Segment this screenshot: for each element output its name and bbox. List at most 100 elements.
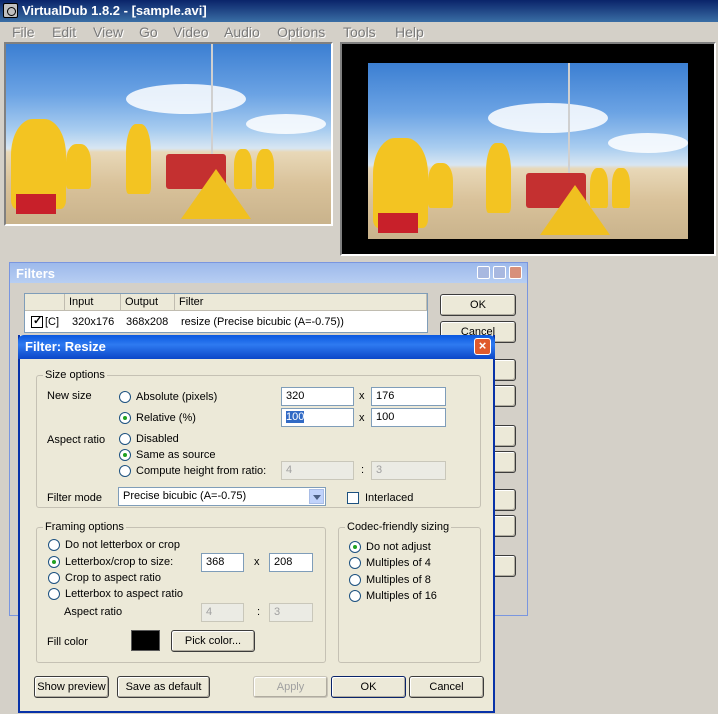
column-header-input[interactable]: Input <box>65 294 121 311</box>
letterbox-aspect-radio[interactable] <box>48 588 60 600</box>
relative-width-value: 100 <box>286 411 305 423</box>
codec-multiples-4-label[interactable]: Multiples of 4 <box>366 557 431 569</box>
codec-multiples-16-radio[interactable] <box>349 590 361 602</box>
row-output: 368x208 <box>126 316 169 328</box>
filters-list[interactable]: Input Output Filter ✓ [C] 320x176 368x20… <box>24 293 428 333</box>
menu-tools[interactable]: Tools <box>343 24 376 40</box>
aspect-disabled-label[interactable]: Disabled <box>136 433 179 445</box>
fill-color-swatch <box>131 630 160 651</box>
absolute-width-field[interactable]: 320 <box>281 387 354 406</box>
ok-button[interactable]: OK <box>331 676 406 698</box>
ratio-b-field[interactable]: 3 <box>371 461 446 480</box>
letterbox-width-field[interactable]: 368 <box>201 553 244 572</box>
main-window-titlebar: VirtualDub 1.8.2 - [sample.avi] <box>0 0 718 22</box>
absolute-x-sep: x <box>359 390 365 402</box>
no-letterbox-radio[interactable] <box>48 539 60 551</box>
apply-button[interactable]: Apply <box>253 676 328 698</box>
filter-mode-label: Filter mode <box>47 492 103 504</box>
letterbox-crop-radio[interactable] <box>48 556 60 568</box>
framing-options-label: Framing options <box>43 521 126 533</box>
letterbox-height-field[interactable]: 208 <box>269 553 313 572</box>
codec-multiples-8-label[interactable]: Multiples of 8 <box>366 574 431 586</box>
menu-video[interactable]: Video <box>173 24 209 40</box>
relative-label[interactable]: Relative (%) <box>136 412 196 424</box>
relative-radio[interactable] <box>119 412 131 424</box>
input-video-frame <box>6 44 331 224</box>
framing-aspect-a-field[interactable]: 4 <box>201 603 244 622</box>
menu-file[interactable]: File <box>12 24 35 40</box>
row-filter: resize (Precise bicubic (A=-0.75)) <box>181 316 344 328</box>
pick-color-button[interactable]: Pick color... <box>171 630 255 652</box>
maximize-icon[interactable] <box>493 266 506 279</box>
output-video-pane <box>340 42 716 256</box>
menu-options[interactable]: Options <box>277 24 325 40</box>
codec-multiples-4-radio[interactable] <box>349 557 361 569</box>
letterbox-x-sep: x <box>254 556 260 568</box>
relative-x-sep: x <box>359 412 365 424</box>
crop-aspect-radio[interactable] <box>48 572 60 584</box>
close-icon[interactable]: × <box>474 338 491 355</box>
save-as-default-button[interactable]: Save as default <box>117 676 210 698</box>
letterbox-crop-label[interactable]: Letterbox/crop to size: <box>65 556 173 568</box>
absolute-radio[interactable] <box>119 391 131 403</box>
column-header-check[interactable] <box>25 294 65 311</box>
filters-titlebar: Filters <box>10 263 527 283</box>
framing-aspect-b-field[interactable]: 3 <box>269 603 313 622</box>
codec-do-not-adjust-label[interactable]: Do not adjust <box>366 541 431 553</box>
menu-bar: File Edit View Go Video Audio Options To… <box>0 22 718 42</box>
framing-aspect-label: Aspect ratio <box>64 606 123 618</box>
filters-ok-button[interactable]: OK <box>440 294 516 316</box>
aspect-disabled-radio[interactable] <box>119 433 131 445</box>
virtualdub-app-icon[interactable] <box>3 3 18 18</box>
codec-do-not-adjust-radio[interactable] <box>349 541 361 553</box>
filter-mode-select[interactable]: Precise bicubic (A=-0.75) <box>118 487 326 506</box>
interlaced-label[interactable]: Interlaced <box>365 492 413 504</box>
relative-height-field[interactable]: 100 <box>371 408 446 427</box>
close-icon[interactable] <box>509 266 522 279</box>
filter-mode-value: Precise bicubic (A=-0.75) <box>123 490 247 502</box>
aspect-compute-label[interactable]: Compute height from ratio: <box>136 465 266 477</box>
resize-dialog: Filter: Resize × Size options New size A… <box>18 335 495 713</box>
menu-go[interactable]: Go <box>139 24 158 40</box>
aspect-ratio-label: Aspect ratio <box>47 434 106 446</box>
column-header-output[interactable]: Output <box>121 294 175 311</box>
codec-multiples-16-label[interactable]: Multiples of 16 <box>366 590 437 602</box>
interlaced-checkbox[interactable] <box>347 492 359 504</box>
relative-width-field[interactable]: 100 <box>281 408 354 427</box>
ratio-a-field[interactable]: 4 <box>281 461 354 480</box>
framing-options-group: Framing options Do not letterbox or crop… <box>36 521 326 663</box>
row-flag: [C] <box>45 316 60 328</box>
menu-edit[interactable]: Edit <box>52 24 76 40</box>
output-video-frame <box>368 63 688 239</box>
resize-titlebar: Filter: Resize × <box>18 335 495 359</box>
codec-multiples-8-radio[interactable] <box>349 574 361 586</box>
input-video-pane <box>4 42 333 226</box>
cancel-button[interactable]: Cancel <box>409 676 484 698</box>
column-header-filter[interactable]: Filter <box>175 294 427 311</box>
aspect-same-label[interactable]: Same as source <box>136 449 215 461</box>
minimize-icon[interactable] <box>477 266 490 279</box>
size-options-group: Size options New size Absolute (pixels) … <box>36 369 481 508</box>
menu-help[interactable]: Help <box>395 24 424 40</box>
show-preview-button[interactable]: Show preview <box>34 676 109 698</box>
aspect-compute-radio[interactable] <box>119 465 131 477</box>
size-options-label: Size options <box>43 369 107 381</box>
ratio-colon: : <box>361 464 365 476</box>
menu-view[interactable]: View <box>93 24 123 40</box>
absolute-label[interactable]: Absolute (pixels) <box>136 391 217 403</box>
resize-title: Filter: Resize <box>25 339 106 354</box>
fill-color-label: Fill color <box>47 636 88 648</box>
filters-title: Filters <box>16 266 56 281</box>
codec-sizing-group: Codec-friendly sizing Do not adjust Mult… <box>338 521 481 663</box>
table-row[interactable]: ✓ [C] 320x176 368x208 resize (Precise bi… <box>25 313 427 331</box>
new-size-label: New size <box>47 390 92 402</box>
aspect-same-radio[interactable] <box>119 449 131 461</box>
menu-audio[interactable]: Audio <box>224 24 260 40</box>
absolute-height-field[interactable]: 176 <box>371 387 446 406</box>
framing-aspect-colon: : <box>257 606 261 618</box>
letterbox-aspect-label[interactable]: Letterbox to aspect ratio <box>65 588 183 600</box>
enable-checkbox[interactable]: ✓ <box>31 315 43 328</box>
crop-aspect-label[interactable]: Crop to aspect ratio <box>65 572 161 584</box>
chevron-down-icon[interactable] <box>309 489 324 504</box>
no-letterbox-label[interactable]: Do not letterbox or crop <box>65 539 180 551</box>
